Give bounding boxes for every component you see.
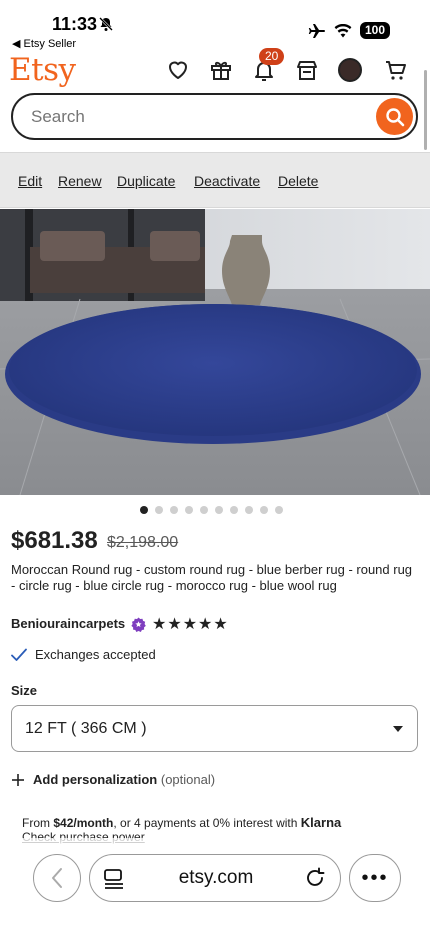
duplicate-link[interactable]: Duplicate (117, 173, 175, 189)
price: $681.38 (11, 527, 98, 554)
deactivate-link[interactable]: Deactivate (194, 173, 260, 189)
status-time: 11:33 (52, 14, 98, 34)
search-input[interactable] (31, 107, 361, 127)
rug-photo (0, 209, 430, 495)
size-select[interactable]: 12 FT ( 366 CM ) (11, 705, 418, 752)
status-icons: 100 (308, 22, 390, 39)
gallery-dot[interactable] (245, 506, 253, 514)
rating-stars: ★★★★★ (152, 616, 229, 633)
klarna-prefix: From (22, 816, 54, 830)
status-bar: 11:33 ◀ Etsy Seller 100 (0, 0, 430, 54)
cart-icon[interactable] (384, 58, 408, 82)
star-seller-badge-icon (131, 617, 146, 632)
plus-icon (12, 773, 24, 786)
more-options-button[interactable]: ••• (349, 854, 401, 902)
size-label: Size (11, 683, 38, 698)
back-to-app-link[interactable]: ◀ Etsy Seller (12, 37, 76, 50)
heart-icon[interactable] (166, 58, 190, 82)
gallery-dot[interactable] (230, 506, 238, 514)
original-price: $2,198.00 (107, 534, 179, 551)
address-bar[interactable]: etsy.com (89, 854, 341, 902)
gallery-dot[interactable] (275, 506, 283, 514)
gallery-dot[interactable] (215, 506, 223, 514)
chevron-left-icon (52, 868, 62, 888)
gallery-dot[interactable] (155, 506, 163, 514)
gallery-dot[interactable] (200, 506, 208, 514)
renew-link[interactable]: Renew (58, 173, 102, 189)
search-bar (11, 93, 418, 140)
checkmark-icon (11, 648, 27, 661)
personalization-label: Add personalization (33, 772, 158, 787)
chevron-down-icon (393, 726, 403, 732)
seller-action-bar: Edit Renew Duplicate Deactivate Delete (0, 152, 430, 208)
bell-off-icon (99, 17, 113, 31)
search-icon (385, 107, 404, 126)
etsy-logo[interactable]: Etsy (9, 52, 76, 88)
store-icon[interactable] (295, 58, 319, 82)
exchanges-row: Exchanges accepted (11, 647, 156, 662)
wifi-icon (334, 23, 352, 37)
edit-link[interactable]: Edit (18, 173, 42, 189)
personalization-optional: (optional) (160, 772, 216, 787)
gallery-dot[interactable] (140, 506, 148, 514)
gallery-dot[interactable] (260, 506, 268, 514)
battery-indicator: 100 (359, 22, 390, 39)
klarna-logo: Klarna (300, 815, 342, 830)
gallery-dot[interactable] (170, 506, 178, 514)
reload-icon[interactable] (304, 867, 326, 889)
klarna-offer: From $42/month, or 4 payments at 0% inte… (22, 815, 341, 830)
browser-back-button[interactable] (33, 854, 81, 902)
gallery-dot[interactable] (185, 506, 193, 514)
klarna-monthly: $42/month (53, 816, 114, 830)
delete-link[interactable]: Delete (278, 173, 318, 189)
product-image[interactable] (0, 209, 430, 495)
size-selected-value: 12 FT ( 366 CM ) (25, 720, 147, 737)
shop-name-link[interactable]: Beniouraincarpets (11, 616, 125, 631)
gallery-dots[interactable] (140, 506, 283, 514)
product-title: Moroccan Round rug - custom round rug - … (11, 562, 413, 593)
exchanges-text: Exchanges accepted (35, 647, 156, 662)
airplane-icon (308, 23, 325, 38)
notification-badge: 20 (259, 48, 285, 65)
gift-icon[interactable] (209, 58, 233, 82)
klarna-middle: , or 4 payments at 0% interest with (113, 816, 301, 830)
search-button[interactable] (376, 98, 413, 135)
more-icon: ••• (361, 866, 389, 889)
add-personalization-button[interactable]: Add personalization (optional) (11, 772, 215, 787)
scrollbar[interactable] (424, 70, 427, 150)
site-header: Etsy (0, 50, 430, 90)
avatar[interactable] (338, 58, 362, 82)
